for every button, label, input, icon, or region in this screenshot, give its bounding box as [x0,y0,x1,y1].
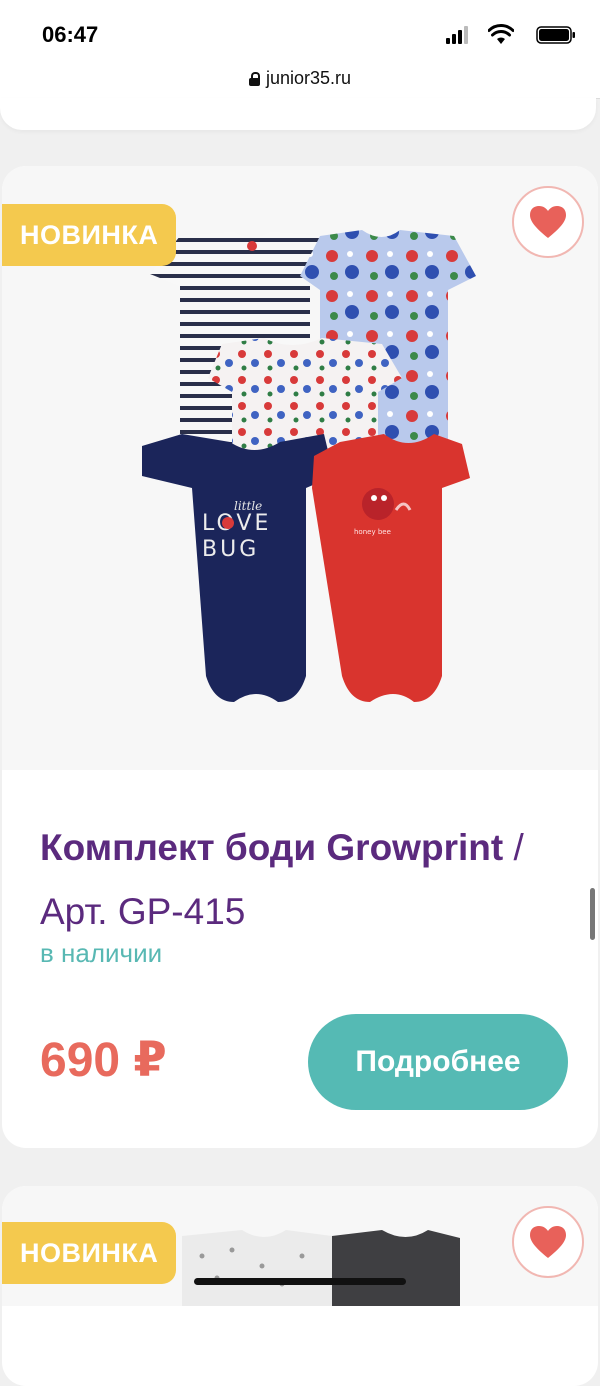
print-text-love: LOVE [202,511,271,536]
lock-icon [248,72,260,86]
battery-icon [536,26,575,44]
title-separator: / [503,827,524,868]
product-card[interactable]: little LOVE BUG honey bee НОВИНКА Компле… [2,166,598,1148]
scrollbar[interactable] [590,888,595,940]
heart-icon [530,206,566,238]
print-text-honey-bee: honey bee [354,528,391,536]
status-time: 06:47 [42,22,99,47]
browser-url-bar[interactable]: junior35.ru [0,62,600,99]
next-favorite-button[interactable] [512,1206,584,1278]
product-article: Арт. GP-415 [40,891,246,932]
heart-icon [530,1226,566,1258]
home-indicator[interactable] [194,1278,406,1285]
new-badge: НОВИНКА [2,204,177,266]
next-product-card[interactable]: НОВИНКА [2,1186,598,1386]
product-price: 690 ₽ [40,1034,167,1087]
product-title[interactable]: Комплект боди Growprint / Арт. GP-415 [40,816,570,944]
availability-status: в наличии [40,938,163,968]
url-text: junior35.ru [265,68,352,88]
wifi-icon [488,24,514,44]
print-text-bug: BUG [202,537,259,562]
details-button[interactable]: Подробнее [308,1014,568,1110]
status-bar: 06:47 [0,0,600,62]
product-name[interactable]: Комплект боди Growprint [40,827,503,868]
status-icons [436,24,576,48]
previous-product-card [0,98,596,130]
favorite-button[interactable] [512,186,584,258]
signal-icon [446,26,472,44]
product-image[interactable]: little LOVE BUG honey bee НОВИНКА [2,166,598,770]
next-new-badge: НОВИНКА [2,1222,177,1284]
